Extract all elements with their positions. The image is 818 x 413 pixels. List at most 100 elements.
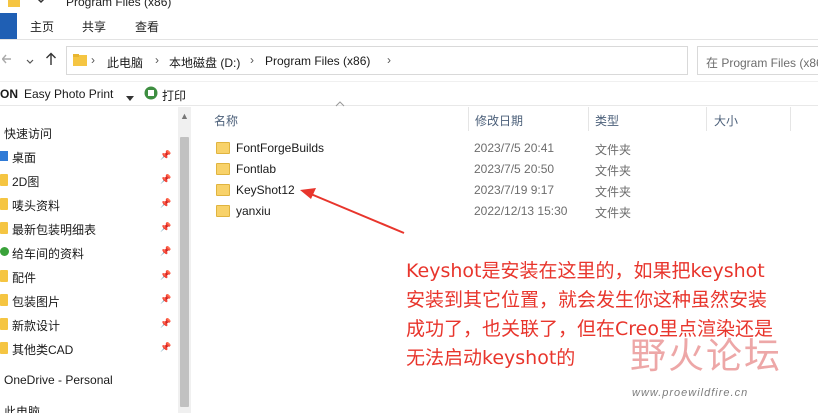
pin-icon: 📌 — [160, 174, 172, 184]
pin-icon: 📌 — [160, 342, 172, 352]
tab-share[interactable]: 共享 — [82, 18, 106, 35]
pin-icon: 📌 — [160, 246, 172, 256]
command-bar: ON Easy Photo Print 打印 — [0, 82, 818, 106]
file-type: 文件夹 — [595, 164, 632, 178]
sort-ascending-icon — [335, 99, 345, 109]
quick-access-header[interactable]: 快速访问 — [0, 121, 176, 143]
sidebar-item-this-pc[interactable]: 此电脑 — [0, 399, 176, 413]
folder-icon — [216, 205, 230, 217]
table-row[interactable]: Fontlab 2023/7/5 20:50 文件夹 — [210, 159, 818, 180]
column-header-size[interactable]: 大小 — [714, 112, 738, 129]
sidebar-item-label: OneDrive - Personal — [4, 373, 113, 387]
sidebar-item-packing-images[interactable]: 包装图片 📌 — [0, 289, 176, 311]
table-row[interactable]: KeyShot12 2023/7/19 9:17 文件夹 — [210, 180, 818, 201]
annotation-line: Keyshot是安装在这里的，如果把keyshot — [406, 260, 765, 282]
pin-icon: 📌 — [160, 294, 172, 304]
sidebar-item-label: 其他类CAD — [12, 343, 74, 357]
tab-view[interactable]: 查看 — [135, 18, 159, 35]
scrollbar-thumb[interactable] — [180, 137, 189, 407]
folder-icon — [0, 318, 8, 330]
column-header-modified[interactable]: 修改日期 — [475, 112, 523, 129]
address-row: › 此电脑 › 本地磁盘 (D:) › Program Files (x86) … — [0, 40, 818, 82]
folder-icon — [0, 174, 8, 186]
table-row[interactable]: yanxiu 2022/12/13 15:30 文件夹 — [210, 201, 818, 222]
column-header-type[interactable]: 类型 — [595, 112, 619, 129]
back-icon[interactable] — [1, 53, 12, 68]
sidebar-item-workshop-data[interactable]: 给车间的资料 📌 — [0, 241, 176, 263]
watermark-url: www.proewildfire.cn — [632, 387, 749, 399]
search-placeholder: 在 Program Files (x86) 中搜索 — [706, 56, 818, 70]
pin-icon: 📌 — [160, 318, 172, 328]
breadcrumb-separator[interactable]: › — [91, 53, 95, 67]
sidebar-item-other-cad[interactable]: 其他类CAD 📌 — [0, 337, 176, 359]
file-type: 文件夹 — [595, 185, 632, 199]
window-title: Program Files (x86) — [66, 0, 172, 9]
annotation-line: 安装到其它位置，就会发生你这种虽然安装 — [406, 289, 768, 311]
print-button[interactable]: 打印 — [162, 87, 186, 104]
sidebar-item-label: 给车间的资料 — [12, 247, 85, 261]
up-arrow-icon[interactable] — [45, 52, 57, 69]
watermark-title: 野火论坛 — [630, 336, 783, 377]
sidebar-item-label: 新款设计 — [12, 319, 61, 333]
sidebar-item-label: 2D图 — [12, 175, 40, 189]
folder-icon — [216, 142, 230, 154]
breadcrumb-drive-d[interactable]: 本地磁盘 (D:) — [169, 54, 240, 71]
command-fragment: ON — [0, 87, 18, 101]
ribbon: 主页 共享 查看 — [0, 9, 818, 40]
quick-access-toolbar-chevron-icon[interactable] — [36, 0, 46, 8]
watermark: 野火论坛 www.proewildfire.cn — [630, 327, 818, 413]
file-explorer-window: Program Files (x86) 主页 共享 查看 › 此电脑 › 本地磁… — [0, 0, 818, 413]
desktop-icon — [0, 151, 8, 161]
file-type: 文件夹 — [595, 143, 632, 157]
sidebar-item-label: 此电脑 — [4, 405, 41, 413]
sidebar-item-new-design[interactable]: 新款设计 📌 — [0, 313, 176, 335]
recent-locations-chevron-icon[interactable] — [26, 54, 34, 69]
breadcrumb-this-pc[interactable]: 此电脑 — [107, 54, 143, 71]
breadcrumb-separator[interactable]: › — [250, 53, 254, 67]
file-type: 文件夹 — [595, 206, 632, 220]
column-divider[interactable] — [706, 107, 707, 131]
open-with-easy-photo-print-button[interactable]: Easy Photo Print — [24, 87, 113, 101]
sidebar-item-packing-list[interactable]: 最新包装明细表 📌 — [0, 217, 176, 239]
sidebar-item-desktop[interactable]: 桌面 📌 — [0, 145, 176, 167]
file-tab[interactable] — [0, 13, 17, 39]
sidebar-item-label: 唛头资料 — [12, 199, 61, 213]
breadcrumb-separator[interactable]: › — [155, 53, 159, 67]
column-divider[interactable] — [468, 107, 469, 131]
folder-icon — [0, 294, 8, 306]
sidebar-item-onedrive[interactable]: OneDrive - Personal — [0, 369, 176, 391]
address-bar[interactable]: › 此电脑 › 本地磁盘 (D:) › Program Files (x86) … — [66, 46, 688, 75]
folder-icon — [73, 53, 87, 70]
column-divider[interactable] — [588, 107, 589, 131]
tab-home[interactable]: 主页 — [30, 18, 54, 35]
scroll-up-icon[interactable]: ▲ — [180, 111, 189, 121]
sidebar-item-mark-data[interactable]: 唛头资料 📌 — [0, 193, 176, 215]
table-row[interactable]: FontForgeBuilds 2023/7/5 20:41 文件夹 — [210, 138, 818, 159]
file-name: FontForgeBuilds — [236, 141, 325, 155]
folder-icon — [216, 184, 230, 196]
sidebar-item-parts[interactable]: 配件 📌 — [0, 265, 176, 287]
file-modified: 2022/12/13 15:30 — [474, 204, 568, 218]
folder-icon — [0, 342, 8, 354]
folder-icon — [0, 222, 8, 234]
navigation-pane: 快速访问 桌面 📌 2D图 📌 唛头资料 📌 最新包装明细表 📌 给车间的资料 … — [0, 107, 176, 413]
folder-icon — [216, 163, 230, 175]
folder-icon — [0, 270, 8, 282]
sidebar-item-2d[interactable]: 2D图 📌 — [0, 169, 176, 191]
file-modified: 2023/7/19 9:17 — [474, 183, 555, 197]
file-modified: 2023/7/5 20:50 — [474, 162, 555, 176]
chevron-down-icon[interactable] — [126, 91, 134, 105]
printer-icon — [144, 86, 158, 103]
breadcrumb-program-files-x86[interactable]: Program Files (x86) — [265, 54, 370, 68]
navigation-pane-scrollbar[interactable]: ▲ — [178, 107, 191, 413]
column-divider[interactable] — [790, 107, 791, 131]
title-bar: Program Files (x86) — [0, 0, 818, 9]
sidebar-item-label: 桌面 — [12, 151, 37, 165]
file-modified: 2023/7/5 20:41 — [474, 141, 555, 155]
pin-icon: 📌 — [160, 198, 172, 208]
column-header-name[interactable]: 名称 — [214, 112, 238, 129]
shared-folder-icon — [0, 247, 9, 256]
breadcrumb-separator[interactable]: › — [387, 53, 391, 67]
quick-access-label: 快速访问 — [4, 127, 53, 141]
search-input[interactable]: 在 Program Files (x86) 中搜索 — [697, 46, 818, 75]
